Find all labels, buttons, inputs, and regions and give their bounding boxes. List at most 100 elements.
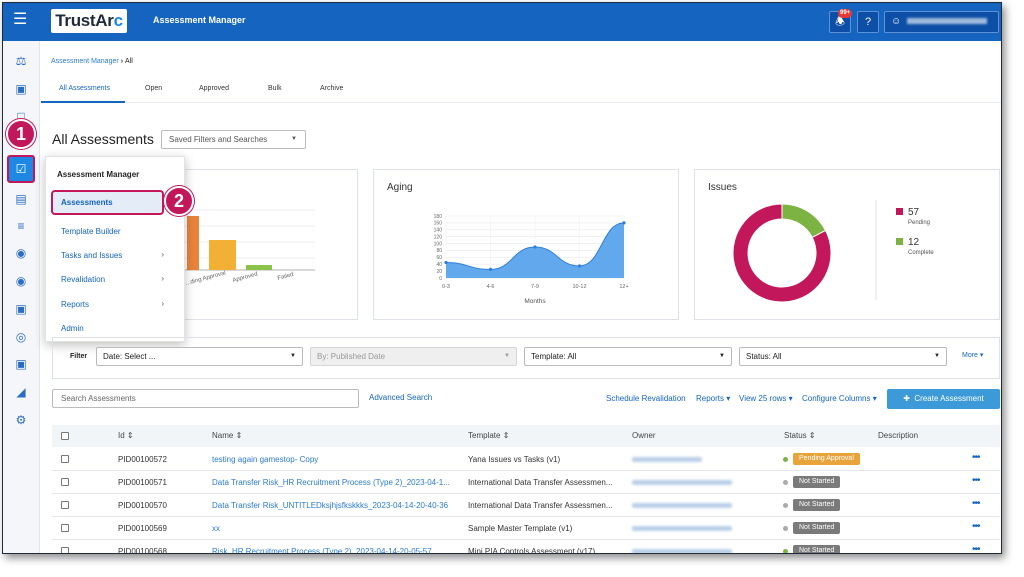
issues-chart-card: Issues 57 Pending 12 Complete [694,169,1000,320]
reports-dropdown[interactable]: Reports ▾ [696,394,730,403]
menu-item-template-builder[interactable]: Template Builder [61,227,121,236]
menu-item-admin[interactable]: Admin [61,324,84,333]
menu-item-assessments[interactable]: Assessments [51,190,164,215]
row-actions-ellipsis-icon[interactable]: ••• [972,452,980,463]
column-header-id[interactable]: Id ⇕ [118,431,134,440]
legend-value: 57 [908,207,920,218]
menu-item-revalidation[interactable]: Revalidation [61,275,105,284]
chevron-right-icon: › [161,250,164,259]
column-header-template[interactable]: Template ⇕ [468,431,509,440]
globe-settings-nav-icon[interactable]: ◉ [13,273,29,289]
tab-approved[interactable]: Approved [199,85,229,92]
app-title: Assessment Manager [153,15,246,25]
chevron-down-icon: ▼ [290,353,296,359]
status-badge: Not Started [793,476,841,488]
target-nav-icon[interactable]: ◎ [13,329,29,345]
row-owner-redacted [632,549,732,553]
list-nav-icon[interactable]: ≡ [13,218,29,234]
callout-2: 2 [164,186,194,216]
sort-icon: ⇕ [126,431,134,440]
tab-archive[interactable]: Archive [320,85,343,92]
more-filters-link[interactable]: More ▾ [962,351,983,359]
column-header-status[interactable]: Status ⇕ [784,431,816,440]
x-axis-label: Months [524,298,546,305]
user-menu-button[interactable]: ☺ [884,11,999,33]
row-checkbox[interactable] [61,478,69,486]
help-icon[interactable]: ? [857,11,879,33]
schedule-revalidation-link[interactable]: Schedule Revalidation [606,394,686,403]
legend-swatch [896,238,903,245]
document-nav-icon[interactable]: ▣ [13,81,29,97]
row-id: PID00100570 [118,501,167,510]
row-checkbox[interactable] [61,524,69,532]
settings-nav-icon[interactable]: ⚙ [13,412,29,428]
table-row[interactable]: PID00100568 Risk_HR Recruitment Process (… [52,540,1000,553]
tab-open[interactable]: Open [145,85,162,92]
row-name-link[interactable]: Data Transfer Risk_HR Recruitment Proces… [212,478,458,487]
status-filter-value: Status: All [746,352,782,361]
assessment-manager-nav-icon[interactable]: ☑ [7,155,35,183]
table-row[interactable]: PID00100569 xx Sample Master Template (v1)… [52,517,1000,540]
date-filter-select[interactable]: Date: Select ... ▼ [96,347,303,366]
saved-filters-dropdown[interactable]: Saved Filters and Searches ▼ [161,130,306,149]
row-checkbox[interactable] [61,455,69,463]
row-checkbox[interactable] [61,501,69,509]
data-flow-nav-icon[interactable]: ◢ [13,384,29,400]
tab-bulk[interactable]: Bulk [268,85,282,92]
globe-nav-icon[interactable]: ◉ [13,245,29,261]
report-nav-icon[interactable]: ▣ [13,356,29,372]
page-title: All Assessments [52,131,154,147]
chevron-down-icon: ▼ [504,353,510,359]
template-filter-select[interactable]: Template: All ▼ [524,347,732,366]
chevron-down-icon: ▼ [719,353,725,359]
table-row[interactable]: PID00100570 Data Transfer Risk_UNTITLEDks… [52,494,1000,517]
row-name-link[interactable]: Data Transfer Risk_UNTITLEDksjhjsfkskkks… [212,501,458,510]
aging-point [488,267,493,271]
caret-down-icon: ▾ [872,394,877,403]
create-assessment-button[interactable]: ✚ Create Assessment [887,389,1000,409]
column-header-name-label: Name [212,431,234,440]
row-name-link[interactable]: testing again gamestop- Copy [212,455,458,464]
file-nav-icon[interactable]: ▣ [13,301,29,317]
table-row[interactable]: PID00100571 Data Transfer Risk_HR Recruit… [52,471,1000,494]
hamburger-menu-icon[interactable]: ☰ [13,12,29,28]
row-actions-ellipsis-icon[interactable]: ••• [972,475,980,486]
y-tick-label: 60 [436,255,442,261]
menu-item-reports[interactable]: Reports [61,300,89,309]
menu-item-tasks-and-issues[interactable]: Tasks and Issues [61,251,122,260]
row-name-link[interactable]: Risk_HR Recruitment Process (Type 2)_202… [212,547,458,553]
view-rows-dropdown[interactable]: View 25 rows ▾ [739,394,793,403]
row-name-link[interactable]: xx [212,524,458,533]
row-actions-ellipsis-icon[interactable]: ••• [972,544,980,553]
tab-all-assessments[interactable]: All Assessments [59,85,110,92]
y-tick-label: 120 [434,234,443,240]
row-checkbox[interactable] [61,547,69,553]
search-assessments-input[interactable]: Search Assessments [52,389,359,408]
column-header-name[interactable]: Name ⇕ [212,431,242,440]
logo-text: TrustAr [55,11,114,30]
configure-columns-dropdown[interactable]: Configure Columns ▾ [802,394,877,403]
aging-point [622,221,626,225]
notifications-nav-icon[interactable]: ⚖ [13,53,29,69]
row-actions-ellipsis-icon[interactable]: ••• [972,498,980,509]
aging-point [533,245,537,249]
row-actions-ellipsis-icon[interactable]: ••• [972,521,980,532]
row-template: Yana Issues vs Tasks (v1) [468,455,561,464]
status-filter-select[interactable]: Status: All ▼ [739,347,947,366]
y-tick-label: 0 [439,276,442,282]
advanced-search-link[interactable]: Advanced Search [369,393,432,402]
bar-failed [246,265,272,270]
filter-label: Filter [70,353,88,360]
trustarc-logo[interactable]: TrustArc [51,9,127,33]
app-window: ☰ TrustArc Assessment Manager 🕭 99+ ? ☺ … [2,2,1002,554]
select-all-checkbox[interactable] [61,432,69,440]
reports-label: Reports [696,394,725,403]
id-card-nav-icon[interactable]: ▤ [13,191,29,207]
row-owner-redacted [632,526,732,531]
table-row[interactable]: PID00100572 testing again gamestop- Copy Y… [52,448,1000,471]
breadcrumb-root-link[interactable]: Assessment Manager [51,58,119,65]
configure-columns-label: Configure Columns [802,394,871,403]
more-filters-label: More [962,352,978,359]
legend-label: Complete [908,250,934,256]
row-id: PID00100569 [118,524,167,533]
